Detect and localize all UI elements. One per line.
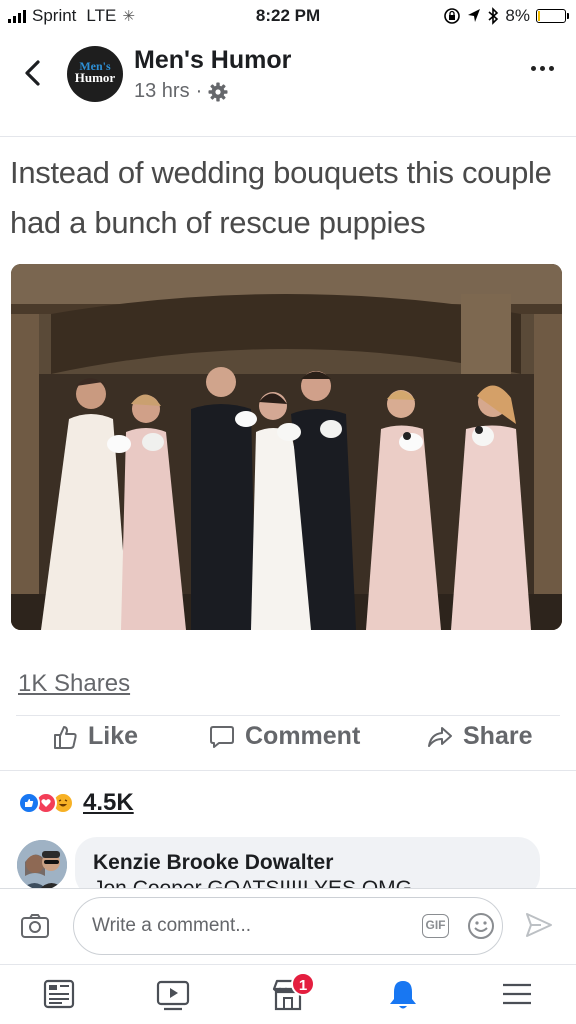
action-bar: Like Comment Share [0,722,576,766]
notifications-bell-icon[interactable] [385,977,421,1013]
back-arrow-icon[interactable] [18,58,48,88]
post-timestamp[interactable]: 13 hrs [134,80,190,103]
post-header: Men's Humor Men's Humor 13 hrs · [0,36,576,116]
orientation-lock-icon [444,8,461,24]
gear-icon [208,82,228,101]
like-label: Like [88,722,139,750]
reaction-count: 4.5K [83,789,134,816]
camera-icon[interactable] [20,913,50,939]
like-button[interactable]: Like [52,722,138,751]
comment-input-bar: Write a comment... GIF [0,888,576,964]
post-meta: 13 hrs · [134,80,228,103]
news-feed-icon[interactable] [42,977,76,1011]
commenter-avatar[interactable] [17,840,67,890]
more-options-icon[interactable] [531,66,554,71]
shares-count[interactable]: 1K Shares [18,670,130,698]
comment-placeholder: Write a comment... [92,915,252,936]
send-icon[interactable] [524,911,554,939]
like-reaction-icon [18,792,40,814]
gif-button[interactable]: GIF [422,914,449,938]
page-name[interactable]: Men's Humor [134,46,291,75]
reactions-summary[interactable]: 4.5K [18,789,134,817]
page-avatar[interactable]: Men's Humor [67,46,123,102]
comment-bubble-icon [210,725,234,748]
share-button[interactable]: Share [427,722,532,751]
watch-video-icon[interactable] [155,977,191,1013]
bottom-navigation [0,964,576,1024]
post-caption: Instead of wedding bouquets this couple … [10,155,552,240]
notification-badge: 1 [291,972,315,996]
bluetooth-icon [488,7,499,25]
comment-author[interactable]: Kenzie Brooke Dowalter [93,851,333,875]
thumbs-up-icon [54,725,77,749]
share-arrow-icon [428,726,452,747]
avatar-logo-line2: Humor [74,70,116,85]
comment-button[interactable]: Comment [209,722,360,751]
location-icon [468,9,481,22]
divider [16,715,560,716]
comment-input[interactable]: Write a comment... GIF [73,897,503,955]
divider [0,136,576,137]
status-bar: Sprint LTE ✳ 8:22 PM 8% [0,0,576,32]
battery-icon [536,9,569,23]
comment-label: Comment [245,722,361,750]
share-label: Share [463,722,533,750]
battery-percent: 8% [505,6,530,25]
divider [0,770,576,771]
post-photo[interactable] [11,264,562,630]
wedding-photo-illustration [11,264,562,630]
menu-hamburger-icon[interactable] [500,977,534,1011]
meta-separator: · [195,80,203,102]
emoji-icon[interactable] [466,911,496,941]
